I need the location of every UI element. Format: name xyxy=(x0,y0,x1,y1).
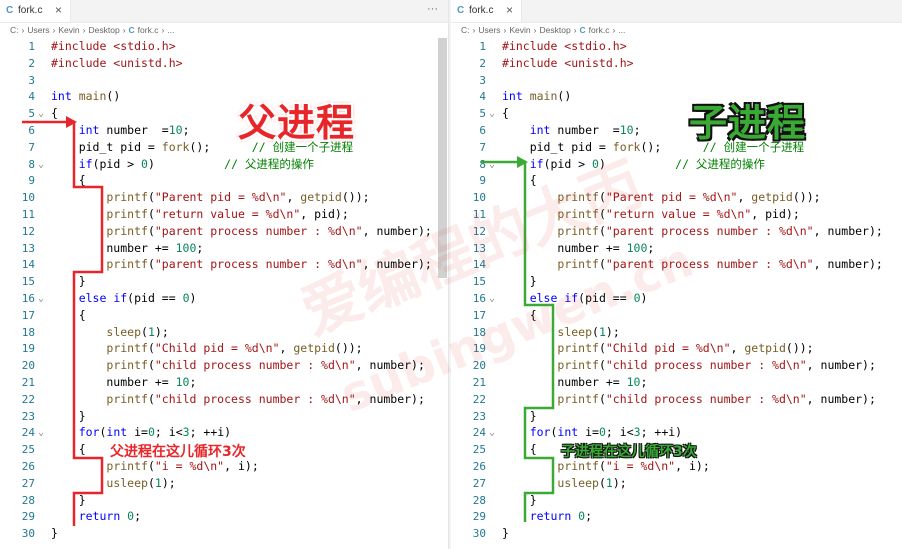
child-flow-path xyxy=(481,160,555,522)
parent-flow-path xyxy=(22,120,104,526)
editor-pane-right: C fork.c × C: › Users › Kevin › Desktop › Cfork.… xyxy=(451,0,902,549)
flow-annotation-left xyxy=(22,116,104,526)
parent-loop-note: 父进程在这儿循环3次 xyxy=(110,444,246,460)
arrow-head-icon xyxy=(66,116,77,128)
child-loop-note: 子进程在这儿循环3次 xyxy=(561,444,697,460)
flow-annotation-right xyxy=(481,156,555,522)
editor-pane-left: C fork.c × ··· C: › Users › Kevin › Desktop › Cf… xyxy=(0,0,448,549)
child-process-label: 子进程 xyxy=(689,101,807,145)
parent-process-label: 父进程 xyxy=(238,101,356,145)
arrow-head-icon xyxy=(517,156,528,168)
